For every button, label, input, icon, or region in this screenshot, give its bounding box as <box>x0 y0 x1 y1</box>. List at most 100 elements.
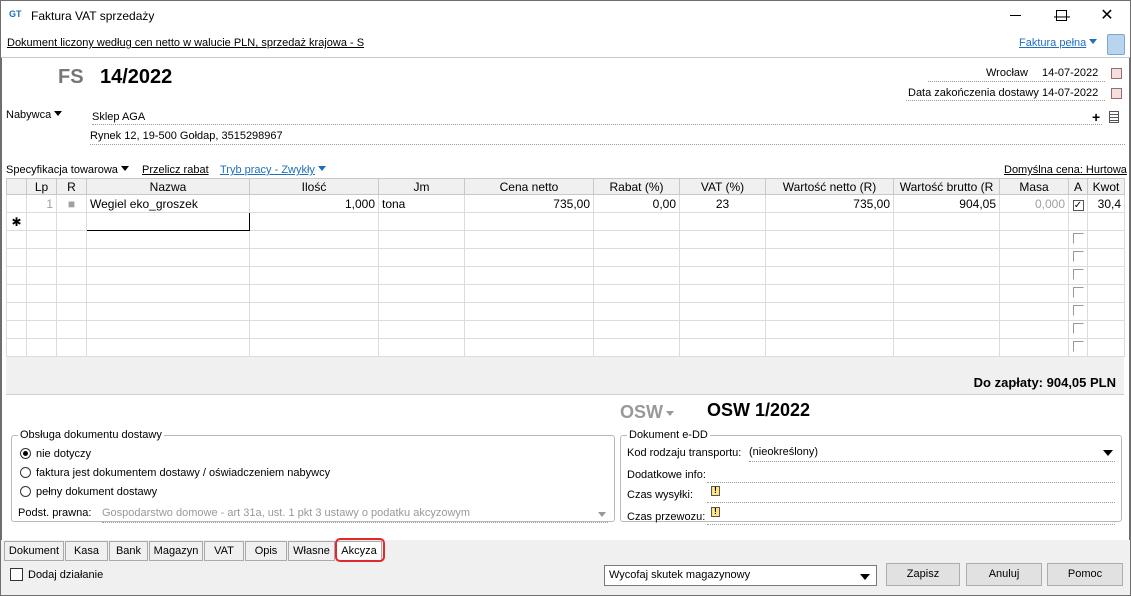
buyer-dropdown[interactable]: Nabywca <box>6 109 63 121</box>
chevron-down-icon <box>317 166 326 171</box>
radio-invoice-is-delivery-doc[interactable]: faktura jest dokumentem dostawy / oświad… <box>20 467 330 479</box>
col-header[interactable]: Lp <box>26 178 57 195</box>
new-row-name-cell[interactable] <box>86 212 250 231</box>
delivery-date[interactable]: 14-07-2022 <box>1042 87 1098 99</box>
spec-dropdown[interactable]: Specyfikacja towarowa <box>6 164 129 176</box>
transport-time-input[interactable] <box>707 511 1115 525</box>
col-header[interactable]: R <box>56 178 87 195</box>
work-mode-dropdown[interactable]: Tryb pracy - Zwykły <box>220 164 326 176</box>
tab-dokument[interactable]: Dokument <box>4 541 64 561</box>
tab-magazyn[interactable]: Magazyn <box>149 541 203 561</box>
col-header[interactable]: Ilość <box>249 178 379 195</box>
document-pricing-info[interactable]: Dokument liczony według cen netto w walu… <box>7 37 364 49</box>
row-checkbox[interactable] <box>1072 340 1084 352</box>
row-vat[interactable]: 23 <box>679 194 766 213</box>
col-header[interactable]: Jm <box>378 178 465 195</box>
extra-info-input[interactable] <box>707 469 1115 483</box>
col-header[interactable]: Rabat (%) <box>593 178 680 195</box>
row-name[interactable]: Wegiel eko_groszek <box>86 194 250 213</box>
col-header[interactable]: Wartość brutto (R <box>893 178 1000 195</box>
transport-code-select[interactable]: (nieokreślony) <box>749 446 1115 462</box>
radio-icon[interactable] <box>20 467 31 478</box>
row-checkbox[interactable] <box>1072 250 1084 262</box>
items-grid[interactable]: Lp R Nazwa Ilość Jm Cena netto Rabat (%)… <box>6 178 1125 357</box>
osw-dropdown[interactable]: OSW <box>620 402 674 423</box>
col-header[interactable]: Wartość netto (R) <box>765 178 894 195</box>
table-row[interactable] <box>6 248 1125 267</box>
recalc-discount-link[interactable]: Przelicz rabat <box>142 164 209 176</box>
close-button[interactable]: ✕ <box>1084 0 1130 31</box>
tab-opis[interactable]: Opis <box>245 541 287 561</box>
add-buyer-icon[interactable]: + <box>1092 109 1100 125</box>
row-price[interactable]: 735,00 <box>464 194 594 213</box>
row-qty[interactable]: 1,000 <box>249 194 379 213</box>
table-row-new[interactable]: ✱ <box>6 212 1125 231</box>
buyer-name[interactable]: Sklep AGA <box>92 111 1102 125</box>
row-checkbox[interactable] <box>1072 232 1084 244</box>
col-header[interactable]: A <box>1068 178 1088 195</box>
chevron-down-icon <box>666 411 674 416</box>
chevron-down-icon <box>1103 450 1113 456</box>
cancel-button[interactable]: Anuluj <box>966 563 1042 586</box>
table-row[interactable]: 1 ■ Wegiel eko_groszek 1,000 tona 735,00… <box>6 194 1125 213</box>
document-number[interactable]: 14/2022 <box>100 66 172 89</box>
radio-full-delivery-doc[interactable]: pełny dokument dostawy <box>20 486 157 498</box>
row-unit[interactable]: tona <box>378 194 465 213</box>
table-row[interactable] <box>6 302 1125 321</box>
save-button[interactable]: Zapisz <box>886 563 960 586</box>
col-header[interactable]: Masa <box>999 178 1069 195</box>
maximize-button[interactable] <box>1038 0 1084 31</box>
chevron-down-icon <box>1089 39 1098 44</box>
default-price-link[interactable]: Domyślna cena: Hurtowa <box>1004 164 1127 176</box>
legal-basis-select[interactable]: Gospodarstwo domowe - art 31a, ust. 1 pk… <box>102 507 608 523</box>
invoice-mode-link[interactable]: Faktura pełna <box>1019 37 1098 49</box>
delivery-doc-legend: Obsługa dokumentu dostawy <box>20 429 162 441</box>
row-checkbox[interactable] <box>1072 304 1084 316</box>
list-icon[interactable] <box>1109 111 1119 123</box>
issue-date[interactable]: 14-07-2022 <box>1042 67 1098 79</box>
table-row[interactable] <box>6 284 1125 303</box>
tab-kasa[interactable]: Kasa <box>65 541 108 561</box>
minimize-button-2[interactable] <box>992 0 1038 31</box>
table-row[interactable] <box>6 266 1125 285</box>
table-row[interactable] <box>6 338 1125 357</box>
issue-place: Wrocław <box>986 67 1028 79</box>
tab-vat[interactable]: VAT <box>204 541 244 561</box>
col-header[interactable]: Kwot <box>1087 178 1125 195</box>
help-button[interactable]: Pomoc <box>1047 563 1123 586</box>
edd-group: Dokument e-DD Kod rodzaju transportu: (n… <box>620 429 1122 525</box>
extra-info-label: Dodatkowe info: <box>627 469 706 481</box>
document-icon[interactable] <box>1107 34 1125 55</box>
row-checkbox[interactable] <box>1072 286 1084 298</box>
buyer-address: Rynek 12, 19-500 Gołdap, 3515298967 <box>90 130 1125 145</box>
tab-bank[interactable]: Bank <box>109 541 148 561</box>
add-action-checkbox[interactable]: Dodaj działanie <box>10 568 103 581</box>
row-mass: 0,000 <box>999 194 1069 213</box>
table-row[interactable] <box>6 320 1125 339</box>
stock-action-select[interactable]: Wycofaj skutek magazynowy <box>604 565 877 586</box>
radio-not-applicable[interactable]: nie dotyczy <box>20 448 91 460</box>
row-checkbox[interactable] <box>1072 322 1084 334</box>
col-header[interactable]: VAT (%) <box>679 178 766 195</box>
total-to-pay: Do zapłaty: 904,05 PLN <box>973 375 1116 390</box>
radio-icon[interactable] <box>20 486 31 497</box>
tab-wlasne[interactable]: Własne <box>288 541 335 561</box>
col-header[interactable]: Nazwa <box>86 178 250 195</box>
calendar-icon[interactable] <box>1111 68 1122 79</box>
send-time-input[interactable] <box>707 489 1115 503</box>
transport-time-label: Czas przewozu: <box>627 511 706 523</box>
table-row[interactable] <box>6 230 1125 249</box>
total-strip: Do zapłaty: 904,05 PLN <box>6 357 1124 395</box>
radio-icon[interactable] <box>20 448 31 459</box>
checkbox-icon[interactable] <box>10 568 23 581</box>
col-header[interactable]: Cena netto <box>464 178 594 195</box>
row-kwot: 30,4 <box>1087 194 1125 213</box>
delivery-date-label: Data zakończenia dostawy <box>908 87 1039 99</box>
calendar-icon[interactable] <box>1111 88 1122 99</box>
row-discount[interactable]: 0,00 <box>593 194 680 213</box>
send-time-label: Czas wysyłki: <box>627 489 694 501</box>
row-a-checkbox[interactable]: ✓ <box>1072 199 1084 211</box>
edd-legend: Dokument e-DD <box>629 429 708 441</box>
row-checkbox[interactable] <box>1072 268 1084 280</box>
title-bar: GT Faktura VAT sprzedaży — <box>0 0 1131 32</box>
